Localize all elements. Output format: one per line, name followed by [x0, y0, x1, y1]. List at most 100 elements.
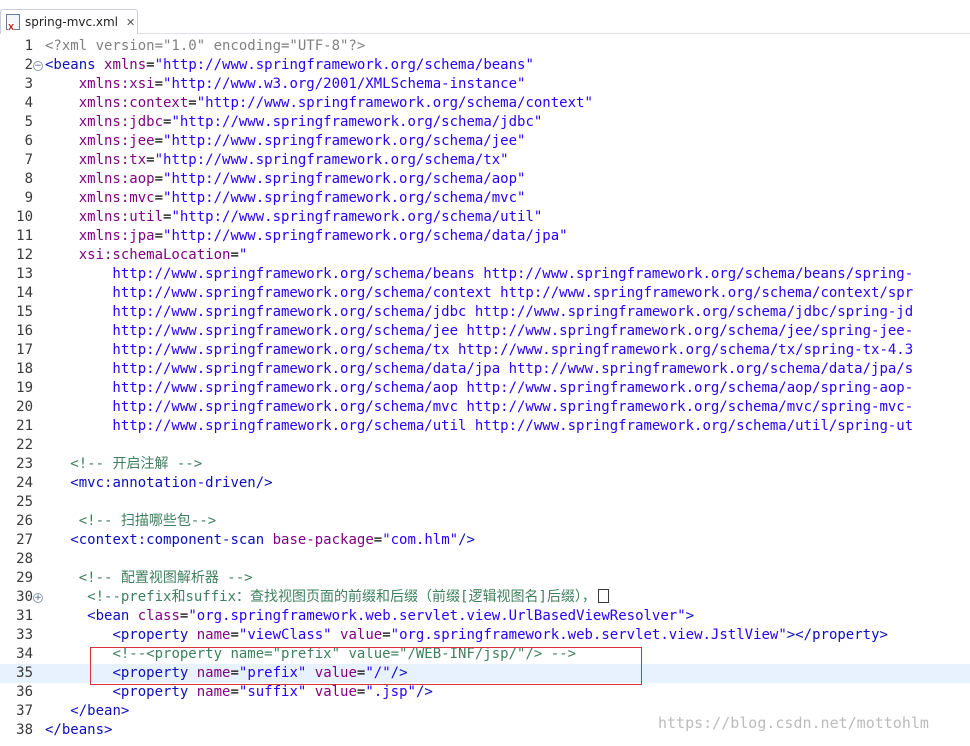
line-number: 29	[16, 570, 33, 586]
code-line-10[interactable]: 10 xmlns:util="http://www.springframewor…	[0, 208, 970, 227]
code-line-22[interactable]: 22	[0, 436, 970, 455]
code-editor[interactable]: 1 <?xml version="1.0" encoding="UTF-8"?> 2…	[0, 37, 970, 746]
watermark: https://blog.csdn.net/mottohlm	[658, 714, 929, 732]
token-txt: =	[230, 665, 239, 681]
code-line-34[interactable]: 34 <!--<property name="prefix" value="/W…	[0, 645, 970, 664]
code-text: xmlns:jdbc="http://www.springframework.o…	[45, 113, 543, 132]
code-line-8[interactable]: 8 xmlns:aop="http://www.springframework.…	[0, 170, 970, 189]
code-text: http://www.springframework.org/schema/be…	[45, 265, 913, 284]
code-line-30[interactable]: 30 + <!--prefix和suffix：查找视图页面的前缀和后缀（前缀[逻辑…	[0, 588, 970, 607]
code-line-18[interactable]: 18 http://www.springframework.org/schema…	[0, 360, 970, 379]
code-line-15[interactable]: 15 http://www.springframework.org/schema…	[0, 303, 970, 322]
code-line-9[interactable]: 9 xmlns:mvc="http://www.springframework.…	[0, 189, 970, 208]
code-line-27[interactable]: 27 <context:component-scan base-package=…	[0, 531, 970, 550]
line-number: 5	[24, 114, 33, 130]
code-text: <beans xmlns="http://www.springframework…	[45, 56, 534, 75]
code-text: <?xml version="1.0" encoding="UTF-8"?>	[45, 37, 365, 56]
token-txt: =	[188, 95, 197, 111]
token-val: "http://www.springframework.org/schema/u…	[171, 209, 543, 225]
code-line-19[interactable]: 19 http://www.springframework.org/schema…	[0, 379, 970, 398]
code-line-31[interactable]: 31 <bean class="org.springframework.web.…	[0, 607, 970, 626]
token-cm: <!-- 开启注解 -->	[70, 456, 203, 472]
token-attr: name	[196, 627, 231, 643]
code-line-28[interactable]: 28	[0, 550, 970, 569]
token-tag: </beans>	[45, 722, 113, 738]
fold-expand-icon[interactable]: +	[33, 593, 43, 603]
token-val: "http://www.springframework.org/schema/j…	[163, 133, 526, 149]
token-attr: xmlns:jdbc	[78, 114, 164, 130]
code-line-25[interactable]: 25	[0, 493, 970, 512]
code-line-36[interactable]: 36 <property name="suffix" value=".jsp"/…	[0, 683, 970, 702]
code-line-1[interactable]: 1 <?xml version="1.0" encoding="UTF-8"?>	[0, 37, 970, 56]
fold-collapse-icon[interactable]: −	[33, 61, 43, 71]
line-number: 6	[24, 133, 33, 149]
code-line-2[interactable]: 2− <beans xmlns="http://www.springframewo…	[0, 56, 970, 75]
code-line-21[interactable]: 21 http://www.springframework.org/schema…	[0, 417, 970, 436]
line-number: 3	[24, 76, 33, 92]
code-line-6[interactable]: 6 xmlns:jee="http://www.springframework.…	[0, 132, 970, 151]
token-attr: xmlns:jee	[78, 133, 155, 149]
code-line-5[interactable]: 5 xmlns:jdbc="http://www.springframework…	[0, 113, 970, 132]
code-line-20[interactable]: 20 http://www.springframework.org/schema…	[0, 398, 970, 417]
tab-close-icon[interactable]: ✕	[126, 16, 135, 29]
xml-file-icon: X	[6, 14, 20, 32]
token-val: "com.hlm"	[382, 532, 459, 548]
line-number: 15	[16, 304, 33, 320]
line-number: 38	[16, 722, 33, 738]
code-text: http://www.springframework.org/schema/je…	[45, 322, 913, 341]
code-text: <!-- 扫描哪些包-->	[45, 512, 216, 531]
line-number: 18	[16, 361, 33, 377]
code-line-13[interactable]: 13 http://www.springframework.org/schema…	[0, 265, 970, 284]
code-line-12[interactable]: 12 xsi:schemaLocation="	[0, 246, 970, 265]
token-cm: <!-- 配置视图解析器 -->	[78, 570, 253, 586]
code-line-29[interactable]: 29 <!-- 配置视图解析器 -->	[0, 569, 970, 588]
token-val: http://www.springframework.org/schema/ut…	[45, 418, 914, 434]
code-line-35[interactable]: 35 <property name="prefix" value="/"/>	[0, 664, 970, 683]
code-text: xsi:schemaLocation="	[45, 246, 248, 265]
token-val: "http://www.springframework.org/schema/m…	[163, 190, 526, 206]
code-line-17[interactable]: 17 http://www.springframework.org/schema…	[0, 341, 970, 360]
code-text: <!-- 配置视图解析器 -->	[45, 569, 253, 588]
token-attr: xmlns	[104, 57, 147, 73]
token-tag: <bean	[87, 608, 130, 624]
token-val: "http://www.springframework.org/schema/t…	[154, 152, 509, 168]
editor-tab-spring-mvc[interactable]: X spring-mvc.xml ✕	[0, 9, 138, 34]
line-number: 27	[16, 532, 33, 548]
token-tag: ></property>	[786, 627, 888, 643]
token-tag: />	[390, 665, 408, 681]
line-number: 25	[16, 494, 33, 510]
code-line-11[interactable]: 11 xmlns:jpa="http://www.springframework…	[0, 227, 970, 246]
code-line-3[interactable]: 3 xmlns:xsi="http://www.w3.org/2001/XMLS…	[0, 75, 970, 94]
code-line-16[interactable]: 16 http://www.springframework.org/schema…	[0, 322, 970, 341]
code-text: xmlns:aop="http://www.springframework.or…	[45, 170, 526, 189]
line-number: 7	[24, 152, 33, 168]
code-line-33[interactable]: 33 <property name="viewClass" value="org…	[0, 626, 970, 645]
collapsed-region-icon[interactable]	[597, 589, 609, 603]
token-attr: xsi:schemaLocation	[78, 247, 231, 263]
code-text: http://www.springframework.org/schema/ao…	[45, 379, 913, 398]
token-pi: <?xml version="1.0" encoding="UTF-8"?>	[45, 38, 366, 54]
code-line-24[interactable]: 24 <mvc:annotation-driven/>	[0, 474, 970, 493]
token-attr: base-package	[272, 532, 374, 548]
token-val: "	[238, 247, 248, 263]
code-line-23[interactable]: 23 <!-- 开启注解 -->	[0, 455, 970, 474]
code-line-26[interactable]: 26 <!-- 扫描哪些包-->	[0, 512, 970, 531]
token-tag: <property	[112, 684, 189, 700]
code-line-14[interactable]: 14 http://www.springframework.org/schema…	[0, 284, 970, 303]
code-text: xmlns:jee="http://www.springframework.or…	[45, 132, 526, 151]
token-txt: =	[154, 171, 164, 187]
code-line-4[interactable]: 4 xmlns:context="http://www.springframew…	[0, 94, 970, 113]
token-attr: value	[314, 684, 357, 700]
code-line-7[interactable]: 7 xmlns:tx="http://www.springframework.o…	[0, 151, 970, 170]
token-val: "http://www.w3.org/2001/XMLSchema-instan…	[163, 76, 526, 92]
token-cm: <!--<property name="prefix" value="/WEB-…	[112, 646, 577, 662]
